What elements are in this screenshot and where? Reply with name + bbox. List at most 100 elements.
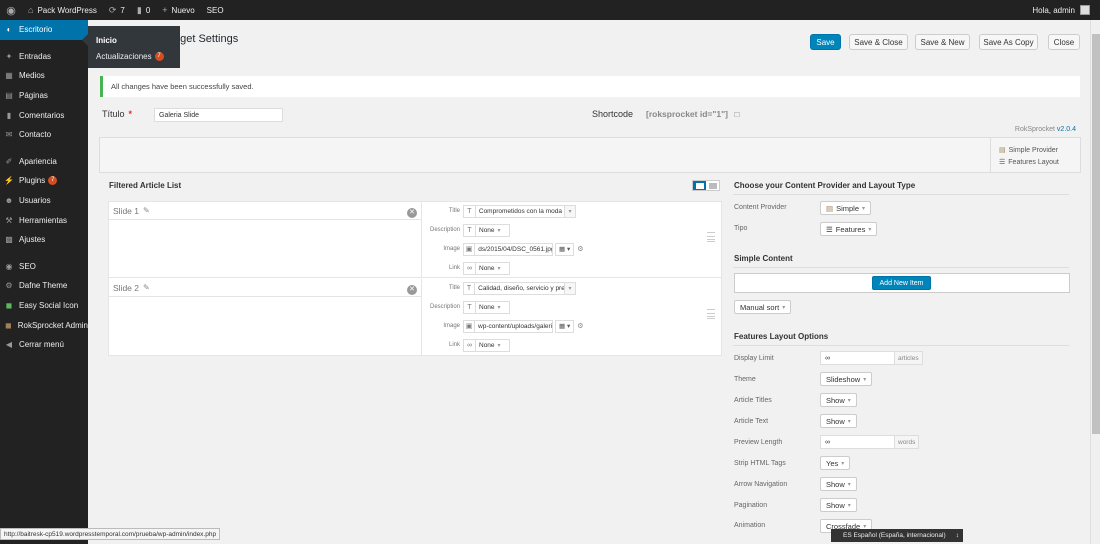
sidebar-item-contacto[interactable]: ✉ Contacto [0,125,88,145]
account-menu[interactable]: Hola, admin [1032,5,1100,15]
arrow-navigation-dropdown[interactable]: Show ▾ [820,477,857,491]
page-title: dget Settings [174,33,239,45]
strip-html-dropdown[interactable]: Yes ▾ [820,456,851,470]
chevron-down-icon[interactable]: ▾ [565,281,576,295]
title-input[interactable]: Galeria Slide [154,108,283,122]
slide-title-field[interactable]: T Comprometidos con la moda [463,204,565,218]
image-settings-icon[interactable]: ⚙ [577,322,583,330]
save-new-button[interactable]: Save & New [915,34,970,50]
slide-description-field[interactable]: T None ▾ [463,223,510,237]
submenu-item-actualizaciones[interactable]: Actualizaciones 7 [96,48,172,64]
article-titles-dropdown[interactable]: Show ▾ [820,393,857,407]
sidebar-item-label: Páginas [19,91,48,101]
add-new-item-button[interactable]: Add New Item [872,276,931,290]
chevron-down-icon: ▾ [497,265,501,272]
slide-title-field[interactable]: T Calidad, diseño, servicio y prec [463,281,565,295]
sidebar-item-label: Herramientas [19,215,68,225]
slide-image-field[interactable]: ▣ wp-content/uploads/galeria [463,319,553,333]
version-prefix: RokSprocket [1014,126,1055,133]
slide-link-row: Link ∞ None ▾ [422,261,721,275]
pagination-label: Pagination [734,502,768,509]
clipboard-icon[interactable]: □ [734,109,739,119]
sidebar-item-seo[interactable]: ◉ SEO [0,257,88,277]
pencil-icon[interactable]: ✎ [143,206,150,215]
language-selector[interactable]: ES Español (España, internacional) ↕ [831,529,963,542]
drag-handle-icon[interactable] [707,309,715,319]
slide-link-field[interactable]: ∞ None ▾ [463,261,510,275]
site-name-link[interactable]: ⌂ Pack WordPress [22,0,103,20]
sidebar-item-entradas[interactable]: ✦ Entradas [0,47,88,67]
slide-image-field[interactable]: ▣ ds/2015/04/DSC_0561.jpg [463,242,553,256]
list-icon: ☰ [826,224,833,234]
title-label: Título * [102,109,132,119]
image-picker-dropdown[interactable]: ▦ ▾ [555,319,575,333]
version-number: v2.0.4 [1056,126,1076,133]
display-limit-suffix: articles [895,351,923,365]
sidebar-item-dafne-theme[interactable]: ⚙ Dafne Theme [0,276,88,296]
chevron-down-icon: ▾ [841,460,845,467]
sidebar-collapse-menu[interactable]: ◀ Cerrar menú [0,335,88,355]
chevron-down-icon[interactable]: ▾ [565,204,576,218]
wordpress-logo-icon[interactable]: ◉ [0,0,22,20]
shortcode-value[interactable]: [roksprocket id="1"] □ [646,109,740,119]
field-label: Title [448,208,460,214]
remove-slide-icon[interactable]: ✕ [407,285,417,295]
view-toggle[interactable] [692,180,720,191]
sidebar-item-ajustes[interactable]: ▩ Ajustes [0,230,88,250]
slide-link-field[interactable]: ∞ None ▾ [463,338,510,352]
new-label: Nuevo [171,5,195,15]
sidebar-item-apariencia[interactable]: ✐ Apariencia [0,152,88,172]
content-provider-dropdown[interactable]: ▤ Simple ▾ [820,201,872,215]
save-close-button[interactable]: Save & Close [849,34,908,50]
comments-link[interactable]: ▮ 0 [131,0,156,20]
refresh-icon: ⟳ [108,4,117,15]
image-settings-icon[interactable]: ⚙ [577,245,583,253]
manual-sort-dropdown[interactable]: Manual sort ▾ [734,300,792,314]
drag-handle-icon[interactable] [707,232,715,242]
page-scrollbar[interactable] [1090,20,1100,544]
close-button[interactable]: Close [1048,34,1080,50]
chevron-down-icon: ▾ [847,418,851,425]
slide-name-input[interactable]: Slide 2 ✎ [109,279,421,297]
slide-fields: Title T Calidad, diseño, servicio y prec… [422,279,721,355]
slide-description-field[interactable]: T None ▾ [463,300,510,314]
dashboard-submenu: Inicio Actualizaciones 7 [82,26,180,68]
slide-name-input[interactable]: Slide 1 ✎ [109,202,421,220]
arrow-navigation-value: Show [826,479,845,489]
pencil-icon[interactable]: ✎ [143,283,150,292]
compact-view-icon[interactable] [706,181,719,190]
submenu-item-inicio[interactable]: Inicio [96,32,172,48]
sidebar-item-herramientas[interactable]: ⚒ Herramientas [0,210,88,230]
sidebar-item-medios[interactable]: ▦ Medios [0,66,88,86]
site-name-label: Pack WordPress [37,5,97,15]
remove-slide-icon[interactable]: ✕ [407,208,417,218]
save-as-copy-button[interactable]: Save As Copy [979,34,1038,50]
brush-icon: ✐ [5,156,13,166]
tipo-dropdown[interactable]: ☰ Features ▾ [820,222,878,236]
article-text-dropdown[interactable]: Show ▾ [820,414,857,428]
image-picker-dropdown[interactable]: ▦ ▾ [555,242,575,256]
slide-item: Slide 1 ✎ ✕ Title T Comprometidos con la… [109,202,721,278]
language-value: ES Español (España, internacional) [843,532,946,539]
chevron-down-icon: ▾ [868,226,872,233]
scrollbar-thumb[interactable] [1092,34,1100,434]
sidebar-item-roksprocket-admin[interactable]: ◼ RokSprocket Admin [0,315,88,335]
sidebar-item-escritorio[interactable]: ◐ Escritorio [0,20,88,40]
sidebar-item-plugins[interactable]: ⚡ Plugins 7 [0,171,88,191]
sidebar-item-comentarios[interactable]: ▮ Comentarios [0,105,88,125]
theme-dropdown[interactable]: Slideshow ▾ [820,372,873,386]
chevron-down-icon: ▾ [847,481,851,488]
sidebar-item-easy-social-icon[interactable]: ◼ Easy Social Icon [0,296,88,316]
shortcode-label: Shortcode [592,109,634,119]
save-button[interactable]: Save [810,34,841,50]
sidebar-item-usuarios[interactable]: ☻ Usuarios [0,191,88,211]
updates-link[interactable]: ⟳ 7 [103,0,131,20]
display-limit-input[interactable]: ∞ [820,351,895,365]
new-content-link[interactable]: + Nuevo [156,0,200,20]
pagination-dropdown[interactable]: Show ▾ [820,498,857,512]
article-titles-value: Show [826,395,845,405]
list-view-icon[interactable] [693,181,706,190]
sidebar-item-paginas[interactable]: ▤ Páginas [0,86,88,106]
seo-link[interactable]: SEO [201,0,230,20]
preview-length-input[interactable]: ∞ [820,435,895,449]
